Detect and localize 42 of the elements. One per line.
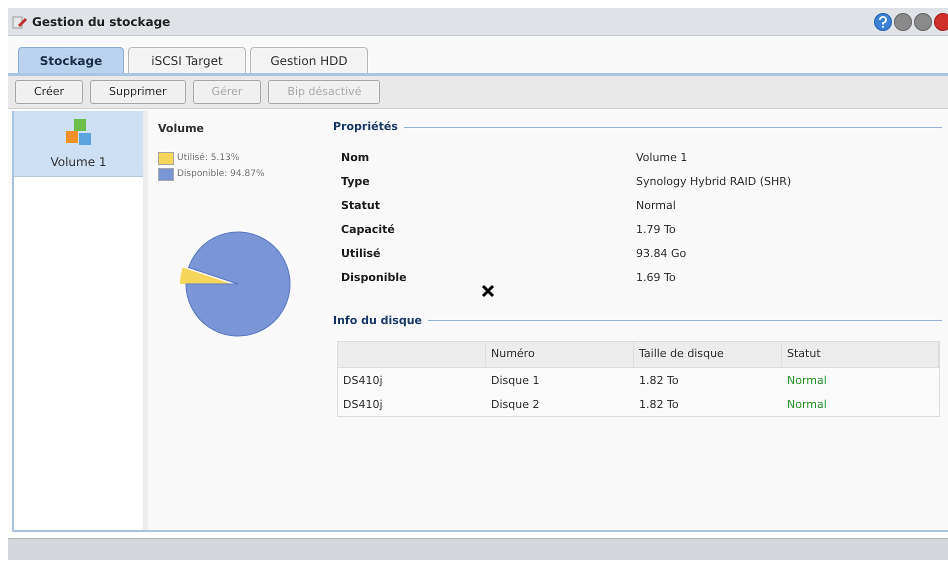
chart-title: Volume	[158, 121, 204, 137]
table-cell: DS410j	[343, 374, 383, 387]
property-label: Capacité	[341, 222, 396, 238]
property-value: Normal	[636, 198, 676, 214]
help-icon	[878, 16, 888, 28]
tab[interactable]: Gestion HDD	[250, 47, 368, 73]
table-cell: Disque 2	[491, 398, 540, 411]
section-title: Info du disque	[333, 312, 422, 328]
table-cell: DS410j	[343, 398, 383, 411]
volume-item[interactable]: Volume 1	[14, 111, 143, 177]
property-value: Synology Hybrid RAID (SHR)	[636, 174, 792, 190]
help-button[interactable]	[874, 12, 892, 30]
toolbar-button[interactable]: Créer	[15, 80, 84, 104]
property-label: Utilisé	[341, 246, 382, 262]
property-label: Statut	[341, 198, 381, 214]
table-cell: Normal	[787, 374, 827, 387]
table-cell: Disque 1	[491, 374, 540, 387]
property-value: Volume 1	[636, 150, 688, 166]
minimize-button[interactable]	[894, 12, 912, 30]
property-value: 93.84 Go	[636, 246, 686, 262]
legend-label: Utilisé: 5.13%	[177, 152, 240, 164]
property-label: Disponible	[341, 270, 408, 286]
window-title: Gestion du stockage	[32, 14, 170, 30]
table-cell: 1.82 To	[639, 374, 679, 387]
property-value: 1.69 To	[636, 270, 676, 286]
close-button[interactable]	[934, 12, 948, 30]
column-header: Numéro	[491, 346, 535, 362]
section-title: Propriétés	[333, 119, 398, 135]
table-cell: 1.82 To	[639, 398, 679, 411]
pencil-document-icon	[12, 14, 28, 28]
toolbar-button[interactable]: Supprimer	[90, 80, 186, 104]
tab[interactable]: iSCSI Target	[128, 47, 246, 73]
tab[interactable]: Stockage	[18, 47, 124, 73]
property-label: Type	[341, 174, 371, 190]
column-header: Statut	[787, 346, 821, 362]
cursor-icon	[481, 284, 495, 298]
table-cell: Normal	[787, 398, 827, 411]
maximize-button[interactable]	[914, 12, 932, 30]
property-label: Nom	[341, 150, 370, 166]
column-header: Taille de disque	[639, 346, 724, 362]
property-value: 1.79 To	[636, 222, 676, 238]
legend-label: Disponible: 94.87%	[177, 168, 265, 181]
